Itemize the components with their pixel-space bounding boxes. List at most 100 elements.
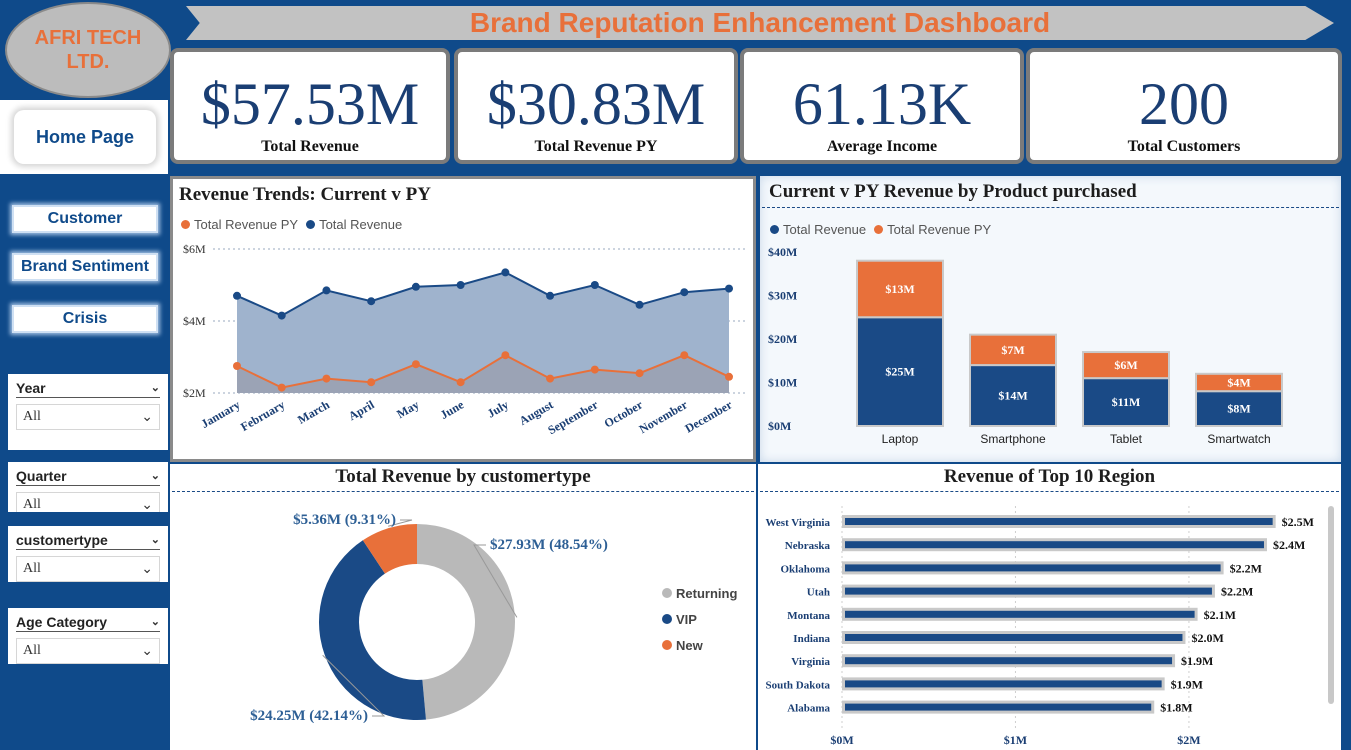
divider xyxy=(760,491,1339,492)
x-tick-label: $0M xyxy=(830,733,853,747)
customertype-donut-chart: $27.93M (48.54%) $24.25M (42.14%) $5.36M (… xyxy=(250,512,737,724)
donut-slice-returning xyxy=(417,524,515,720)
year-dropdown[interactable]: All ⌄ xyxy=(16,404,160,430)
y-tick-label: $40M xyxy=(768,245,797,259)
chevron-down-icon[interactable]: ⌄ xyxy=(151,469,160,482)
data-point xyxy=(546,291,555,300)
y-tick-label: South Dakota xyxy=(766,679,831,691)
y-tick-label: Virginia xyxy=(791,656,830,668)
data-point xyxy=(322,374,331,383)
data-point xyxy=(367,378,376,387)
chevron-down-icon[interactable]: ⌄ xyxy=(151,381,160,394)
customertype-slicer[interactable]: customertype ⌄ All ⌄ xyxy=(8,526,168,582)
quarter-dropdown[interactable]: All ⌄ xyxy=(16,492,160,512)
data-point xyxy=(456,281,465,289)
legend-label: Total Revenue xyxy=(783,222,867,237)
data-label: $27.93M (48.54%) xyxy=(490,537,608,553)
bar-revenue xyxy=(845,564,1221,572)
x-tick-label: June xyxy=(438,397,467,422)
quarter-slicer[interactable]: Quarter ⌄ All ⌄ xyxy=(8,462,168,512)
data-point xyxy=(411,282,420,291)
kpi-value: $30.83M xyxy=(486,71,706,137)
top-region-bar-chart: $0M $1M $2M West Virginia $2.5M Nebraska $2.4M… xyxy=(766,506,1314,747)
data-point xyxy=(725,372,733,381)
legend-dot-navy xyxy=(306,220,316,229)
data-label: $25M xyxy=(885,365,914,379)
kpi-value: 200 xyxy=(1139,71,1229,137)
y-tick-label: Utah xyxy=(807,587,830,599)
customertype-selected-value: All xyxy=(23,561,41,576)
x-tick-label: May xyxy=(394,397,421,421)
bar-revenue xyxy=(845,634,1183,641)
chevron-down-icon: ⌄ xyxy=(141,409,153,425)
y-tick-label: $20M xyxy=(768,332,797,346)
bar-revenue xyxy=(845,518,1273,525)
product-revenue-panel: Current v PY Revenue by Product purchase… xyxy=(760,176,1341,462)
y-tick-label: $0M xyxy=(768,419,791,433)
quarter-slicer-title: Quarter xyxy=(16,467,67,484)
kpi-label: Total Revenue PY xyxy=(534,138,658,155)
y-tick-label: $4M xyxy=(183,314,206,328)
chart-legend: Total Revenue Total Revenue PY xyxy=(770,222,991,237)
crisis-button[interactable]: Crisis xyxy=(12,305,158,333)
x-tick-label: November xyxy=(637,397,691,436)
y-tick-label: Nebraska xyxy=(785,540,831,552)
data-label: $11M xyxy=(1112,395,1141,409)
kpi-label: Total Customers xyxy=(1127,138,1241,155)
kpi-value: 61.13K xyxy=(792,71,972,137)
company-logo: AFRI TECH LTD. xyxy=(5,2,171,98)
y-tick-label: Indiana xyxy=(793,633,830,645)
year-slicer[interactable]: Year ⌄ All ⌄ xyxy=(8,374,168,450)
legend-dot-navy xyxy=(770,225,779,234)
data-point xyxy=(635,369,644,378)
sidebar: AFRI TECH LTD. Home Page Customer Brand S… xyxy=(0,0,171,750)
data-point xyxy=(456,378,465,387)
chevron-down-icon: ⌄ xyxy=(141,643,153,659)
x-tick-label: December xyxy=(682,397,735,435)
kpi-label: Total Revenue xyxy=(261,138,359,155)
data-label: $1.9M xyxy=(1181,654,1213,668)
donut-slice-vip xyxy=(319,540,426,720)
data-point xyxy=(322,286,331,295)
chart-title: Revenue of Top 10 Region xyxy=(943,466,1156,487)
data-point xyxy=(367,297,376,306)
bar-revenue xyxy=(845,541,1264,549)
age-category-slicer-title: Age Category xyxy=(16,613,108,630)
x-tick-label: February xyxy=(238,397,287,433)
chart-title: Current v PY Revenue by Product purchase… xyxy=(769,181,1137,202)
home-page-button[interactable]: Home Page xyxy=(14,110,156,164)
company-name-line1: AFRI TECH xyxy=(34,27,142,49)
x-tick-label: Tablet xyxy=(1110,432,1143,446)
top-region-panel: Revenue of Top 10 Region $0M $1M $2M West V… xyxy=(758,464,1341,750)
legend-label: New xyxy=(676,638,704,653)
data-label: $13M xyxy=(885,282,914,296)
data-point xyxy=(590,281,599,289)
y-tick-label: Oklahoma xyxy=(780,563,830,575)
x-tick-label: $2M xyxy=(1177,733,1200,747)
brand-sentiment-button[interactable]: Brand Sentiment xyxy=(12,253,158,281)
scrollbar[interactable] xyxy=(1328,506,1334,704)
kpi-value: $57.53M xyxy=(200,71,420,137)
x-tick-label: Smartphone xyxy=(980,432,1046,446)
age-category-slicer[interactable]: Age Category ⌄ All ⌄ xyxy=(8,608,168,664)
chevron-down-icon[interactable]: ⌄ xyxy=(151,615,160,628)
data-point xyxy=(501,268,510,277)
y-tick-label: Montana xyxy=(787,610,830,622)
home-nav-area: Home Page xyxy=(0,100,168,174)
product-revenue-chart: $0M $10M $20M $30M $40M $25M $13M Laptop $14M $7M… xyxy=(768,245,1283,446)
data-label: $4M xyxy=(1227,376,1250,390)
revenue-trend-chart: $2M $4M $6M JanuaryFebruary March April May Jun… xyxy=(183,242,748,437)
y-tick-label: $2M xyxy=(183,386,206,400)
legend-label: Returning xyxy=(676,586,737,601)
chevron-down-icon: ⌄ xyxy=(141,497,153,513)
x-tick-label: Laptop xyxy=(882,432,919,446)
customer-button[interactable]: Customer xyxy=(12,205,158,233)
age-category-dropdown[interactable]: All ⌄ xyxy=(16,638,160,664)
customertype-dropdown[interactable]: All ⌄ xyxy=(16,556,160,582)
data-label: $6M xyxy=(1114,358,1137,372)
legend-dot xyxy=(662,640,672,650)
chevron-down-icon[interactable]: ⌄ xyxy=(151,533,160,546)
divider xyxy=(762,207,1339,208)
x-tick-label: January xyxy=(199,397,243,430)
data-point xyxy=(233,362,241,370)
